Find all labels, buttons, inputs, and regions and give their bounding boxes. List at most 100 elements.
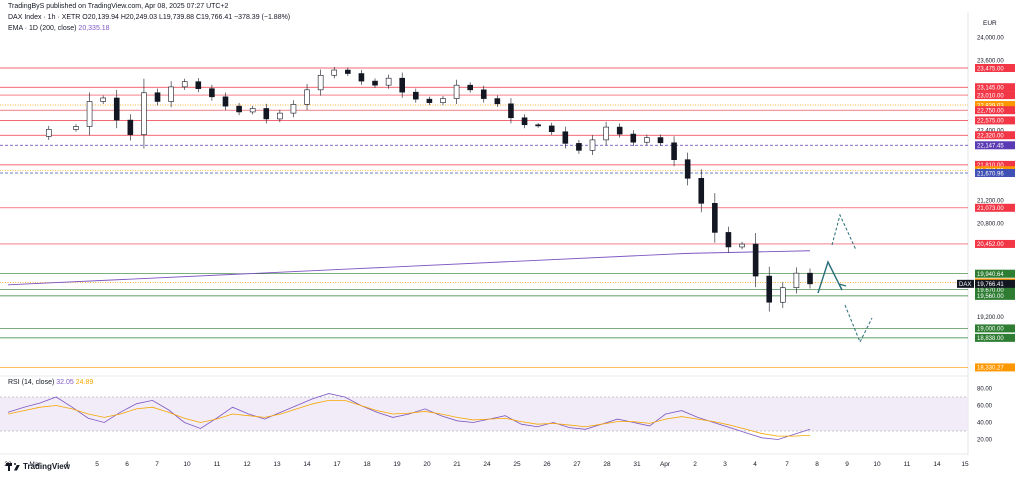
time-tick-label: 24 xyxy=(483,461,491,468)
time-tick-label: 27 xyxy=(573,461,581,468)
candle xyxy=(195,81,202,89)
candle xyxy=(222,96,229,107)
price-tick-label: 21,200.00 xyxy=(977,198,1004,204)
candle xyxy=(589,139,596,151)
time-tick-label: 7 xyxy=(155,461,159,468)
candle xyxy=(657,137,664,144)
candle xyxy=(86,101,93,127)
rsi-legend: RSI (14, close) 32.05 24.89 xyxy=(8,379,93,386)
level-tag-label: 23,475.00 xyxy=(977,66,1004,72)
rsi-tick-label: 60.00 xyxy=(977,404,993,410)
candle xyxy=(385,77,392,86)
level-tag-label: 22,575.00 xyxy=(977,119,1004,125)
candle xyxy=(684,159,691,179)
symbol-ohlc-line: DAX Index · 1h · XETR O20,139.94 H20,249… xyxy=(8,14,291,21)
candle xyxy=(780,287,786,303)
candle xyxy=(399,77,406,93)
price-tick-label: 23,600.00 xyxy=(977,59,1004,65)
candle xyxy=(127,119,134,135)
level-tag-label: 22,750.00 xyxy=(977,109,1004,115)
level-tag-label: 20,452.00 xyxy=(977,242,1004,248)
candle xyxy=(331,69,338,76)
price-tick-label: 24,000.00 xyxy=(977,35,1004,41)
rsi-label: RSI (14, close) xyxy=(8,379,55,386)
time-tick-label: 15 xyxy=(961,461,969,468)
candle xyxy=(535,124,541,127)
time-tick-label: 19 xyxy=(393,461,401,468)
level-tag-label: 18,330.27 xyxy=(977,366,1004,372)
time-tick-label: 10 xyxy=(873,461,881,468)
candle xyxy=(725,232,732,248)
candle xyxy=(277,112,283,120)
time-tick-label: Apr xyxy=(660,461,671,468)
candle xyxy=(412,91,419,100)
level-tag-label: 19,940.64 xyxy=(977,272,1004,278)
candle xyxy=(480,89,487,99)
price-tick-label: 19,200.00 xyxy=(977,315,1004,321)
level-tag-label: 23,145.00 xyxy=(977,86,1004,92)
time-tick-label: 10 xyxy=(183,461,191,468)
level-tag-label: 21,670.96 xyxy=(977,171,1004,177)
candle xyxy=(807,272,813,285)
time-tick-label: 31 xyxy=(633,461,641,468)
candle xyxy=(766,275,773,303)
currency-label: EUR xyxy=(983,20,997,27)
candle xyxy=(113,97,120,121)
candle xyxy=(548,125,555,133)
candle xyxy=(440,98,446,103)
dax-chart[interactable]: EUR24,000.0023,600.0022,400.0021,200.002… xyxy=(0,0,1024,478)
time-tick-label: 18 xyxy=(363,461,371,468)
time-tick-label: 8 xyxy=(815,461,819,468)
time-tick-label: 20 xyxy=(423,461,431,468)
ema-value: 20,335.18 xyxy=(78,25,110,32)
candle xyxy=(154,92,161,102)
candle xyxy=(739,243,745,248)
candle xyxy=(304,89,310,105)
candle xyxy=(426,98,433,103)
candle xyxy=(752,243,759,277)
symbol-tag-label: DAX xyxy=(959,282,971,288)
candle xyxy=(45,129,52,137)
ema-legend: EMA · 1D (200, close) 20,335.18 xyxy=(8,25,110,32)
candle xyxy=(616,126,623,135)
candle xyxy=(141,92,147,135)
candle xyxy=(576,143,582,151)
level-tag-label: 22,147.45 xyxy=(977,144,1004,150)
time-tick-label: 3 xyxy=(723,461,727,468)
footer-brand: TradingView xyxy=(23,462,70,471)
candle xyxy=(630,133,637,143)
time-tick-label: 11 xyxy=(214,461,221,468)
price-tick-label: 20,800.00 xyxy=(977,222,1004,228)
time-tick-label: 7 xyxy=(785,461,789,468)
time-tick-label: 9 xyxy=(845,461,849,468)
candle xyxy=(290,104,297,114)
level-tag-label: 18,838.00 xyxy=(977,336,1004,342)
time-tick-label: 6 xyxy=(125,461,129,468)
candle xyxy=(263,108,270,120)
time-tick-label: 25 xyxy=(513,461,521,468)
candle xyxy=(494,98,501,105)
publisher-line: TradingByS published on TradingView.com,… xyxy=(8,3,229,10)
time-tick-label: 2 xyxy=(693,461,697,468)
candle xyxy=(698,177,705,204)
time-tick-label: 17 xyxy=(333,461,341,468)
time-tick-label: 5 xyxy=(95,461,99,468)
time-tick-label: 11 xyxy=(904,461,911,468)
tradingview-logo: TradingView xyxy=(6,462,70,471)
rsi-ma-value: 24.89 xyxy=(75,379,94,386)
level-tag-label: 19,000.00 xyxy=(977,327,1004,333)
time-tick-label: 21 xyxy=(453,461,461,468)
rsi-tick-label: 20.00 xyxy=(977,438,993,444)
time-tick-label: 13 xyxy=(273,461,281,468)
candle xyxy=(453,84,460,99)
candle xyxy=(508,103,514,119)
candle xyxy=(562,131,569,144)
time-tick-label: 14 xyxy=(303,461,311,468)
candle xyxy=(644,137,650,143)
candle xyxy=(73,126,79,130)
rsi-tick-label: 40.00 xyxy=(977,421,993,427)
candle xyxy=(249,108,256,113)
candle xyxy=(181,81,188,88)
candle xyxy=(317,74,324,91)
level-tag-label: 19,560.00 xyxy=(977,294,1004,300)
